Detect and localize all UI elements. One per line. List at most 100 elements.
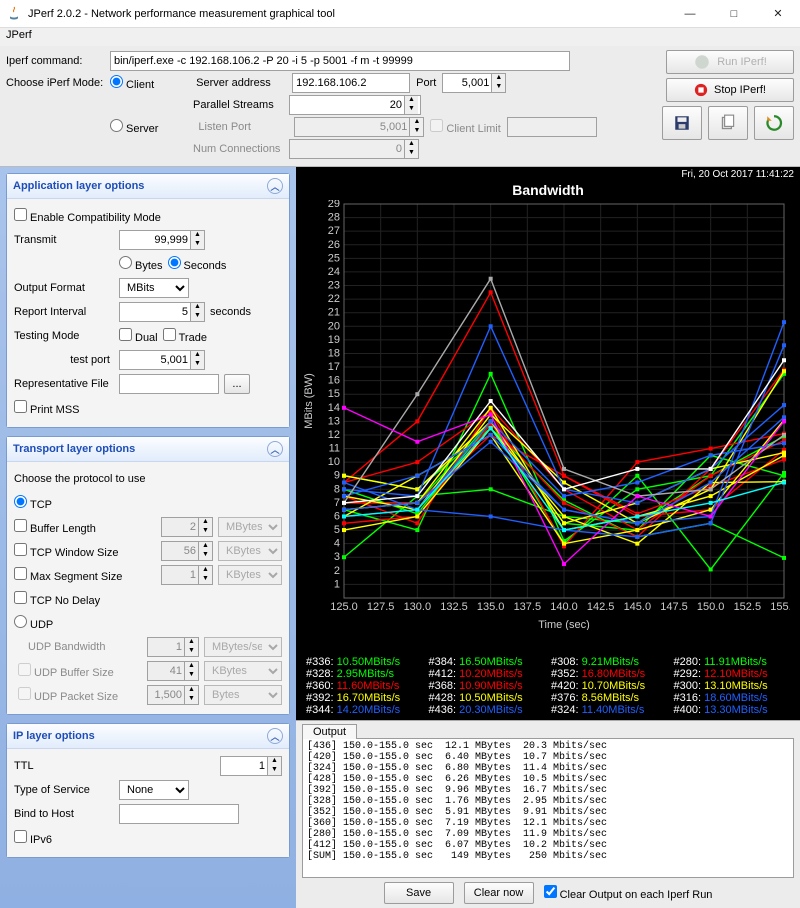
server-address-label: Server address (196, 77, 286, 89)
bind-host-input[interactable] (119, 804, 239, 824)
rep-file-input[interactable] (119, 374, 219, 394)
compat-check[interactable]: Enable Compatibility Mode (14, 208, 161, 224)
transport-header[interactable]: Transport layer options︿ (7, 437, 289, 462)
num-conn-label: Num Connections (193, 143, 283, 155)
rep-file-label: Representative File (14, 378, 114, 390)
svg-text:6: 6 (334, 510, 340, 522)
test-port-label: test port (14, 354, 114, 366)
client-limit-check: Client Limit (430, 119, 500, 135)
svg-text:MBits (BW): MBits (BW) (303, 373, 315, 429)
output-tab[interactable]: Output (302, 724, 357, 739)
svg-text:29: 29 (328, 200, 340, 210)
tcp-win-check[interactable]: TCP Window Size (14, 543, 118, 559)
minimize-button[interactable]: — (668, 0, 712, 28)
restart-icon-button[interactable] (754, 106, 794, 140)
out-fmt-select[interactable]: MBits (119, 278, 189, 298)
print-mss-check[interactable]: Print MSS (14, 400, 80, 416)
stop-icon (694, 83, 708, 97)
svg-text:135.0: 135.0 (477, 601, 505, 613)
ttl-spinner[interactable]: ▲▼ (220, 756, 282, 776)
titlebar: JPerf 2.0.2 - Network performance measur… (0, 0, 800, 28)
svg-text:15: 15 (328, 388, 340, 400)
output-textarea[interactable]: [436] 150.0-155.0 sec 12.1 MBytes 20.3 M… (302, 738, 794, 878)
mode-client-radio[interactable]: Client (110, 75, 154, 91)
mss-check[interactable]: Max Segment Size (14, 567, 122, 583)
svg-text:125.0: 125.0 (330, 601, 358, 613)
svg-text:14: 14 (328, 402, 340, 414)
udp-radio[interactable]: UDP (14, 615, 53, 631)
chart-timestamp: Fri, 20 Oct 2017 11:41:22 (296, 167, 800, 182)
port-label: Port (416, 77, 436, 89)
parallel-spinner[interactable]: ▲▼ (289, 95, 421, 115)
top-form: Iperf command: Choose iPerf Mode: Client… (0, 46, 800, 167)
svg-text:28: 28 (328, 212, 340, 224)
tcp-radio[interactable]: TCP (14, 495, 52, 511)
rep-int-spinner[interactable]: ▲▼ (119, 302, 205, 322)
app-layer-panel: Application layer options︿ Enable Compat… (6, 173, 290, 428)
sidebar: Application layer options︿ Enable Compat… (0, 167, 296, 908)
port-spinner[interactable]: ▲▼ (442, 73, 506, 93)
svg-text:16: 16 (328, 375, 340, 387)
seconds-radio[interactable]: Seconds (168, 256, 227, 272)
run-iperf-button: Run IPerf! (666, 50, 794, 74)
bytes-radio[interactable]: Bytes (119, 256, 163, 272)
window-title: JPerf 2.0.2 - Network performance measur… (28, 8, 668, 20)
svg-text:132.5: 132.5 (440, 601, 468, 613)
close-button[interactable]: ✕ (756, 0, 800, 28)
ip-panel: IP layer options︿ TTL ▲▼ Type of Service… (6, 723, 290, 858)
ipv6-check[interactable]: IPv6 (14, 830, 52, 846)
browse-button[interactable]: ... (224, 374, 250, 394)
svg-text:12: 12 (328, 429, 340, 441)
svg-text:26: 26 (328, 239, 340, 251)
mode-label: Choose iPerf Mode: (6, 77, 104, 89)
chevron-up-icon[interactable]: ︿ (267, 178, 283, 194)
tcp-nodelay-check[interactable]: TCP No Delay (14, 591, 100, 607)
dual-check[interactable]: Dual (119, 328, 158, 344)
tos-select[interactable]: None (119, 780, 189, 800)
svg-text:3: 3 (334, 551, 340, 563)
menubar[interactable]: JPerf (0, 28, 800, 46)
mode-server-radio[interactable]: Server (110, 119, 158, 135)
svg-text:150.0: 150.0 (697, 601, 725, 613)
chevron-up-icon[interactable]: ︿ (267, 728, 283, 744)
svg-text:142.5: 142.5 (587, 601, 615, 613)
save-icon-button[interactable] (662, 106, 702, 140)
menu-jperf[interactable]: JPerf (6, 29, 32, 41)
test-port-spinner[interactable]: ▲▼ (119, 350, 205, 370)
output-panel: Output [436] 150.0-155.0 sec 12.1 MBytes… (296, 720, 800, 908)
java-icon (6, 6, 22, 22)
svg-text:9: 9 (334, 470, 340, 482)
iperf-command-input[interactable] (110, 51, 570, 71)
trade-check[interactable]: Trade (163, 328, 207, 344)
svg-text:11: 11 (329, 443, 340, 455)
stop-iperf-button[interactable]: Stop IPerf! (666, 78, 794, 102)
ip-header[interactable]: IP layer options︿ (7, 724, 289, 749)
svg-text:145.0: 145.0 (624, 601, 652, 613)
save-button[interactable]: Save (384, 882, 454, 904)
clear-on-run-check[interactable]: Clear Output on each Iperf Run (544, 885, 713, 901)
chevron-up-icon[interactable]: ︿ (267, 441, 283, 457)
app-layer-header[interactable]: Application layer options︿ (7, 174, 289, 199)
clipboard-icon (719, 114, 737, 132)
svg-text:20: 20 (328, 320, 340, 332)
maximize-button[interactable]: □ (712, 0, 756, 28)
iperf-command-label: Iperf command: (6, 55, 104, 67)
listen-port-label: Listen Port (198, 121, 288, 133)
copy-icon-button[interactable] (708, 106, 748, 140)
rep-int-label: Report Interval (14, 306, 114, 318)
transmit-spinner[interactable]: ▲▼ (119, 230, 205, 250)
svg-text:2: 2 (334, 565, 340, 577)
svg-text:5: 5 (334, 524, 340, 536)
svg-text:21: 21 (328, 307, 340, 319)
run-icon (693, 53, 711, 71)
svg-text:147.5: 147.5 (660, 601, 688, 613)
client-limit-input (507, 117, 597, 137)
chart-legend: #336: 10.50MBits/s#384: 16.50MBits/s#308… (296, 654, 800, 720)
chart-area: Fri, 20 Oct 2017 11:41:22 Bandwidth 1234… (296, 167, 800, 908)
svg-text:4: 4 (334, 538, 340, 550)
server-address-input[interactable] (292, 73, 410, 93)
num-conn-spinner: ▲▼ (289, 139, 419, 159)
clear-now-button[interactable]: Clear now (464, 882, 534, 904)
buf-len-check[interactable]: Buffer Length (14, 519, 96, 535)
recycle-icon (765, 114, 783, 132)
